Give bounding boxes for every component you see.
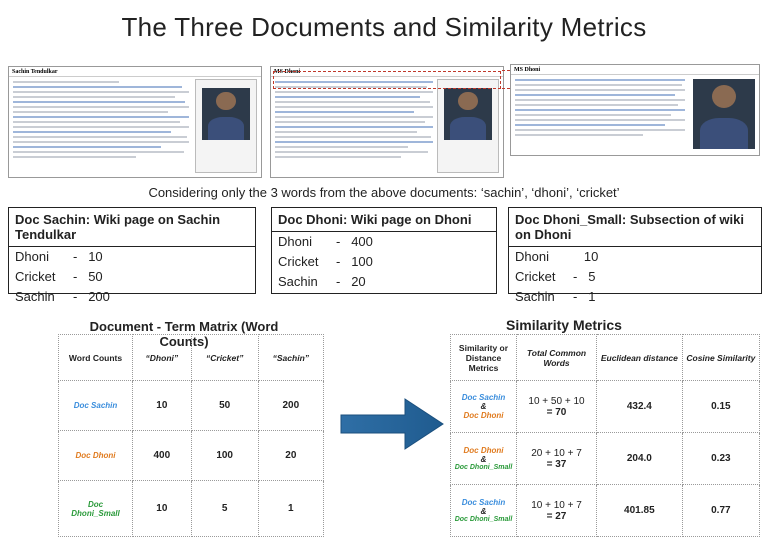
common-words-cell: 20 + 10 + 7 = 37 [516, 432, 597, 485]
similarity-header: Total Common Words [516, 334, 597, 381]
similarity-header: Euclidean distance [596, 334, 683, 381]
matrix-cell: 20 [257, 430, 325, 481]
matrix-doc-label: Doc Sachin [58, 380, 133, 431]
subtitle: Considering only the 3 words from the ab… [148, 185, 620, 200]
matrix-cell: 100 [190, 430, 259, 481]
matrix-cell: 200 [257, 380, 325, 431]
wiki-heading: MS Dhoni [511, 65, 759, 75]
similarity-pair-label: Doc Sachin & Doc Dhoni [450, 380, 517, 433]
table-row: Doc Sachin & Doc Dhoni 10 + 50 + 10 = 70… [450, 380, 761, 433]
similarity-title: Similarity Metrics [506, 317, 622, 333]
matrix-cell: 50 [190, 380, 259, 431]
euclidean-cell: 204.0 [596, 432, 683, 485]
selection-highlight [273, 71, 501, 89]
wiki-thumbnail-dhoni: MS Dhoni [270, 66, 504, 178]
matrix-header: Word Counts [58, 334, 133, 381]
document-term-matrix: Word Counts “Dhoni” “Cricket” “Sachin” D… [58, 334, 325, 537]
table-row: Doc Dhoni_Small 10 5 1 [58, 480, 325, 537]
matrix-cell: 5 [190, 480, 259, 537]
euclidean-cell: 432.4 [596, 380, 683, 433]
doc-box-header: Doc Sachin: Wiki page on Sachin Tendulka… [9, 208, 255, 247]
right-arrow-icon [340, 398, 444, 450]
wiki-heading: Sachin Tendulkar [9, 67, 261, 77]
table-row: Doc Dhoni 400 100 20 [58, 430, 325, 481]
page-title: The Three Documents and Similarity Metri… [121, 12, 647, 42]
doc-box-header: Doc Dhoni_Small: Subsection of wiki on D… [509, 208, 761, 247]
doc-box-dhoni: Doc Dhoni: Wiki page on Dhoni Dhoni - 400… [271, 207, 497, 294]
common-words-cell: 10 + 50 + 10 = 70 [516, 380, 597, 433]
zoom-connector [502, 70, 510, 71]
doc-word-row: Dhoni - 10 [15, 249, 103, 264]
table-row: Doc Sachin 10 50 200 [58, 380, 325, 431]
similarity-pair-label: Doc Dhoni & Doc Dhoni_Small [450, 432, 517, 485]
euclidean-cell: 401.85 [596, 484, 683, 537]
matrix-header: “Dhoni” [132, 334, 192, 381]
cosine-cell: 0.15 [681, 380, 761, 433]
player-photo [444, 88, 492, 140]
matrix-cell: 400 [132, 430, 192, 481]
cosine-cell: 0.77 [681, 484, 761, 537]
player-photo [693, 79, 755, 149]
matrix-header: “Cricket” [190, 334, 259, 381]
table-row: Doc Sachin & Doc Dhoni_Small 10 + 10 + 7… [450, 484, 761, 537]
matrix-doc-label: Doc Dhoni [58, 430, 133, 481]
matrix-doc-label: Doc Dhoni_Small [58, 480, 133, 537]
zoom-connector [502, 88, 510, 89]
doc-word-row: Sachin - 1 [515, 289, 596, 304]
doc-word-row: Cricket - 100 [278, 254, 373, 269]
doc-box-sachin: Doc Sachin: Wiki page on Sachin Tendulka… [8, 207, 256, 304]
matrix-cell: 10 [132, 480, 192, 537]
doc-word-row: Dhoni - 400 [278, 234, 373, 249]
matrix-cell: 1 [257, 480, 325, 537]
common-words-cell: 10 + 10 + 7 = 27 [516, 484, 597, 537]
wiki-infobox [195, 79, 257, 173]
wiki-thumbnail-sachin: Sachin Tendulkar [8, 66, 262, 178]
doc-box-header: Doc Dhoni: Wiki page on Dhoni [272, 208, 496, 232]
player-photo [202, 88, 250, 140]
similarity-pair-label: Doc Sachin & Doc Dhoni_Small [450, 484, 517, 537]
doc-word-row: Dhoni 10 [515, 249, 599, 264]
matrix-header: “Sachin” [257, 334, 325, 381]
matrix-cell: 10 [132, 380, 192, 431]
doc-word-row: Cricket - 5 [515, 269, 596, 284]
doc-box-dhoni-small: Doc Dhoni_Small: Subsection of wiki on D… [508, 207, 762, 304]
wiki-infobox [437, 79, 499, 173]
cosine-cell: 0.23 [681, 432, 761, 485]
similarity-metrics-table: Similarity or Distance Metrics Total Com… [450, 334, 761, 537]
similarity-header: Cosine Similarity [681, 334, 761, 381]
doc-word-row: Cricket - 50 [15, 269, 103, 284]
similarity-header: Similarity or Distance Metrics [450, 334, 517, 381]
doc-word-row: Sachin - 20 [278, 274, 366, 289]
wiki-thumbnail-dhoni-small: MS Dhoni [510, 64, 760, 156]
doc-word-row: Sachin - 200 [15, 289, 110, 304]
table-row: Doc Dhoni & Doc Dhoni_Small 20 + 10 + 7 … [450, 432, 761, 485]
